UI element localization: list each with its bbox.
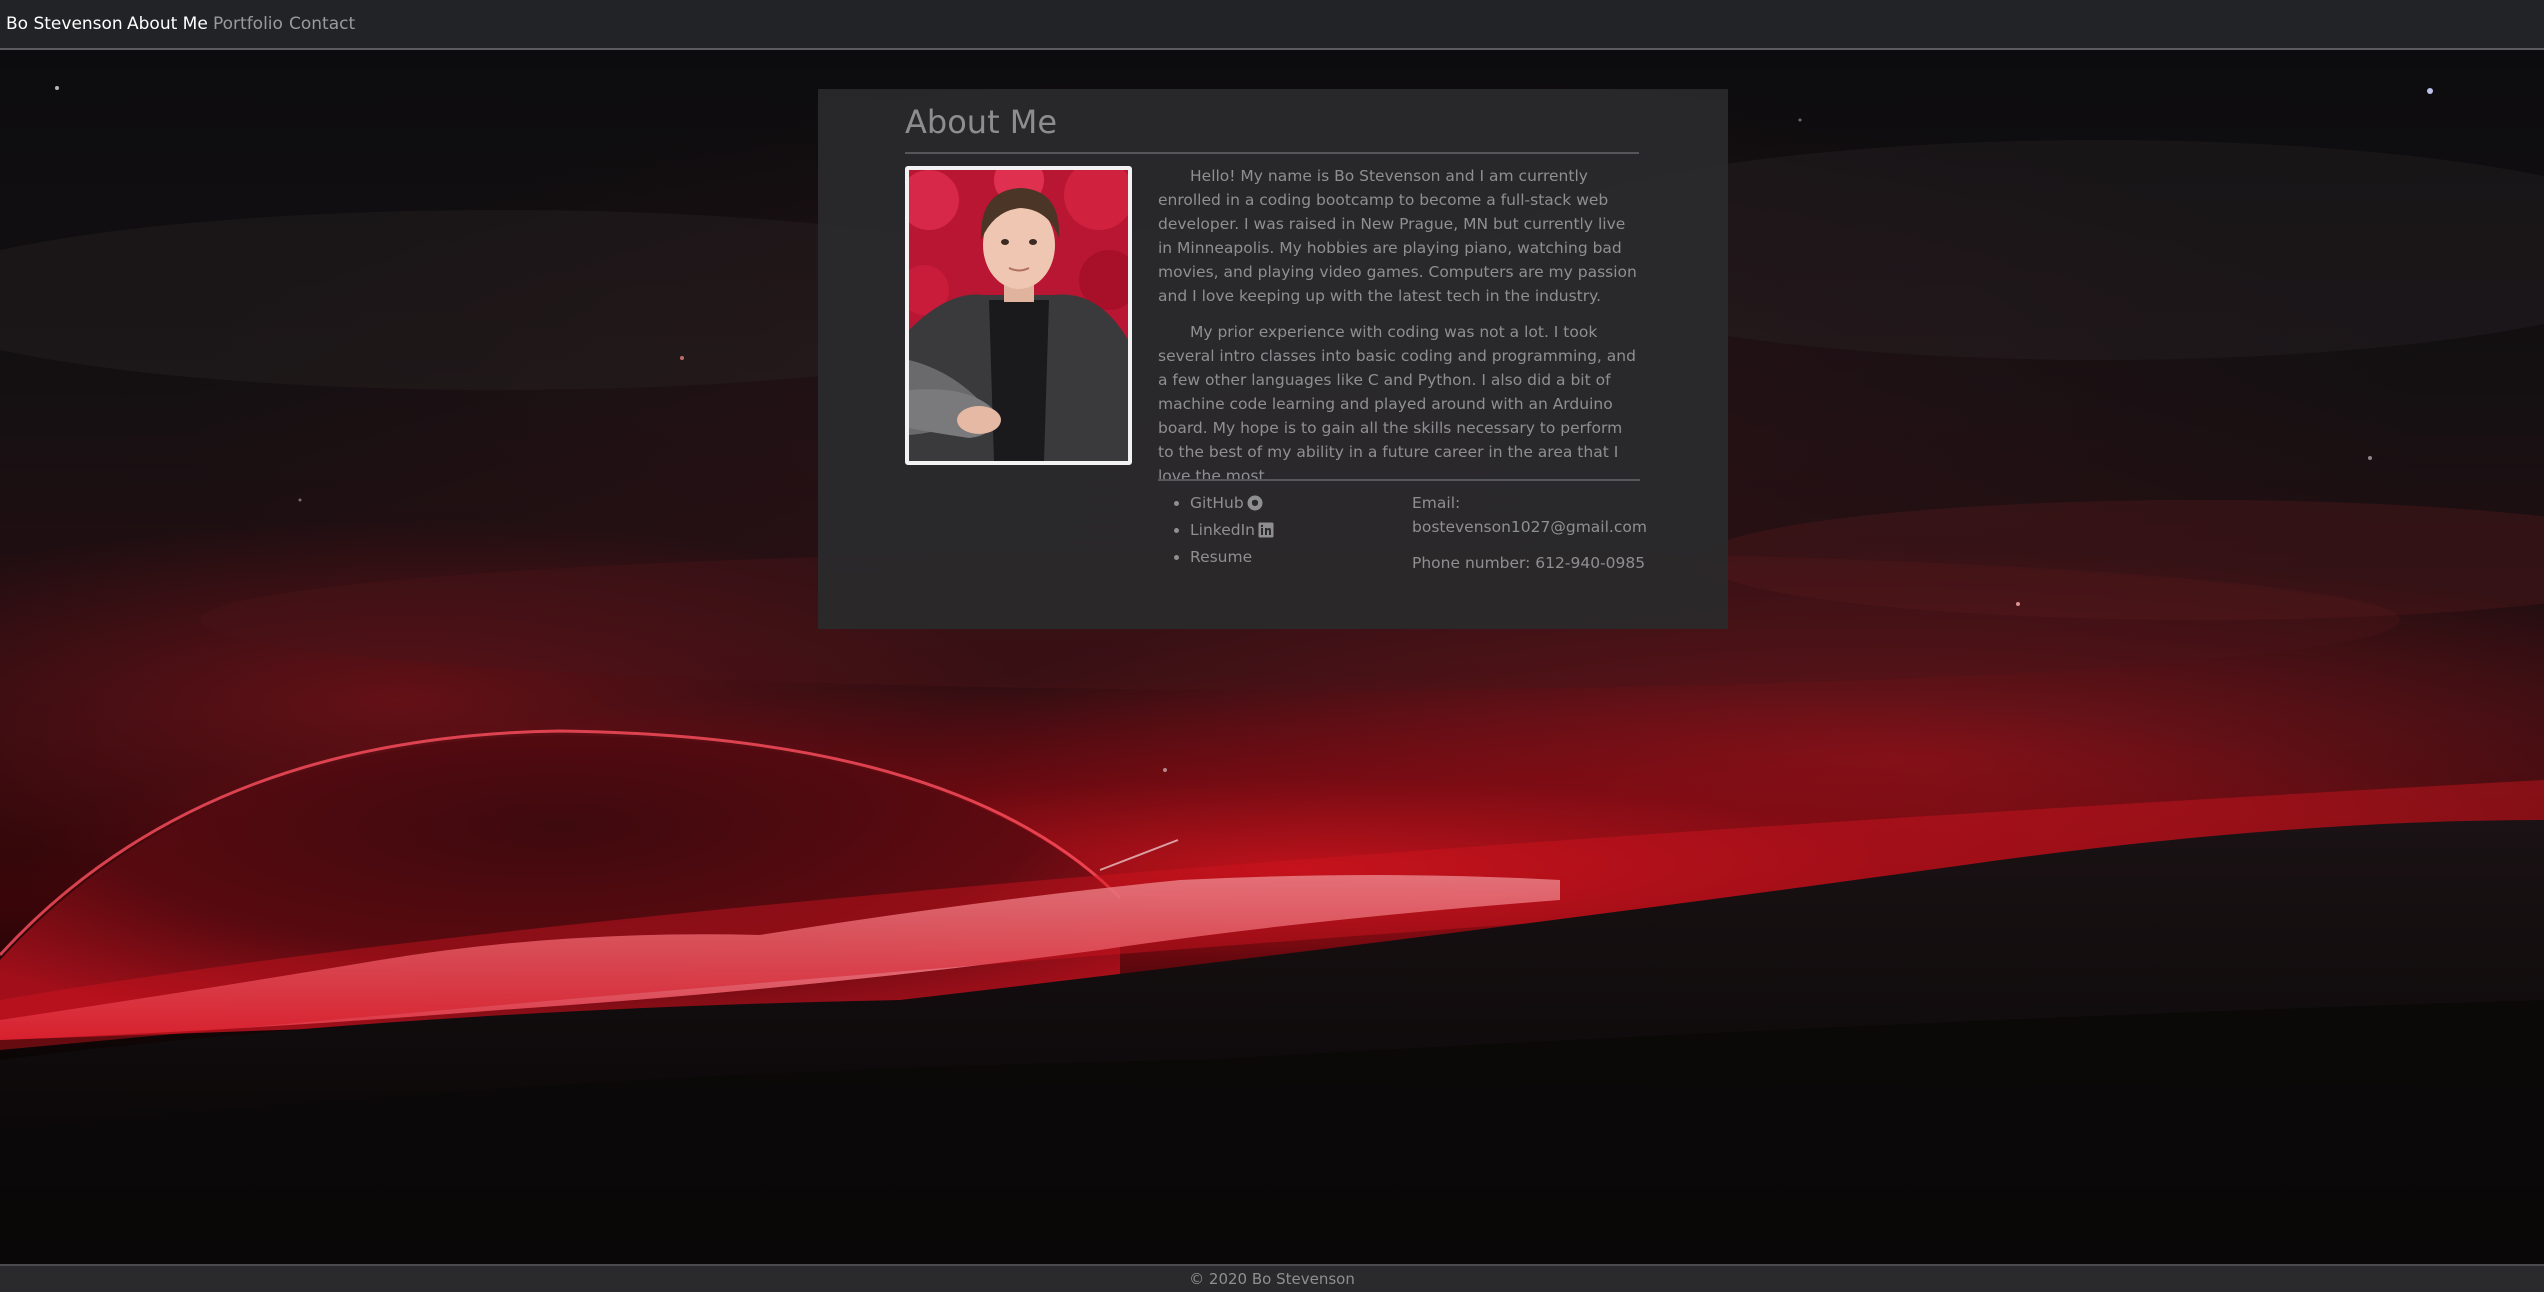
page-footer: © 2020 Bo Stevenson [0, 1264, 2544, 1292]
nav-link-contact[interactable]: Contact [289, 14, 355, 34]
title-divider [905, 152, 1639, 154]
bio-divider [1158, 479, 1640, 481]
contact-info: Email: bostevenson1027@gmail.com Phone n… [1412, 491, 1647, 575]
profile-links-list: GitHub LinkedIn Resume [1168, 491, 1274, 569]
nav-link-about-me[interactable]: About Me [127, 14, 208, 34]
top-navbar: Bo Stevenson About Me Portfolio Contact [0, 0, 2544, 50]
about-title: About Me [905, 103, 1058, 141]
bio-paragraph-1: Hello! My name is Bo Stevenson and I am … [1158, 167, 1637, 305]
linkedin-icon[interactable] [1258, 521, 1274, 545]
brand-link[interactable]: Bo Stevenson [6, 14, 123, 34]
list-item: LinkedIn [1190, 518, 1274, 545]
copyright-text: © 2020 Bo Stevenson [1189, 1270, 1355, 1288]
list-item: GitHub [1190, 491, 1274, 518]
linkedin-link[interactable]: LinkedIn [1190, 521, 1255, 539]
profile-photo [905, 166, 1132, 465]
list-item: Resume [1190, 545, 1274, 569]
bio-paragraph-2: My prior experience with coding was not … [1158, 323, 1636, 485]
email-address[interactable]: bostevenson1027@gmail.com [1412, 515, 1647, 539]
email-label: Email: [1412, 494, 1461, 512]
about-card: About Me Hello! My name is Bo Stevenson … [818, 89, 1728, 629]
resume-link[interactable]: Resume [1190, 548, 1252, 566]
github-link[interactable]: GitHub [1190, 494, 1244, 512]
portrait-photo-illustration [909, 170, 1128, 461]
github-icon[interactable] [1247, 494, 1263, 518]
phone-number: Phone number: 612-940-0985 [1412, 554, 1646, 572]
bio-text: Hello! My name is Bo Stevenson and I am … [1158, 164, 1642, 500]
nav-link-portfolio[interactable]: Portfolio [213, 14, 283, 34]
